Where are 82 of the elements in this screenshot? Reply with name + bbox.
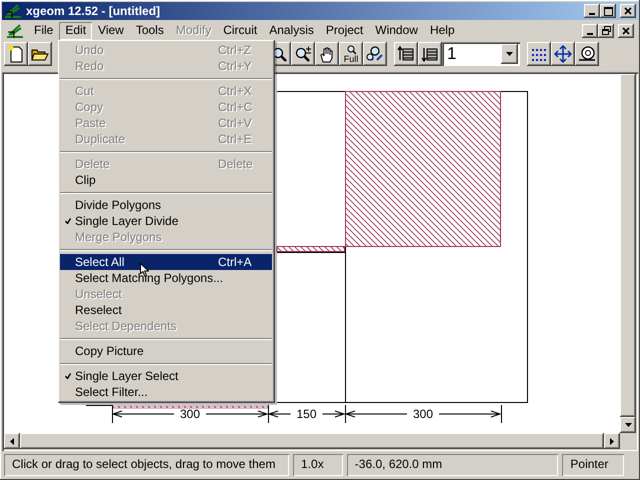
close-button[interactable]: [618, 24, 634, 38]
menu-item[interactable]: Select Matching Polygons...: [60, 270, 272, 286]
app-icon: [6, 22, 24, 38]
menu-item[interactable]: Clip: [60, 172, 272, 188]
measure-button[interactable]: [575, 42, 599, 66]
menu-bar-item[interactable]: Edit: [59, 22, 92, 40]
menu-item[interactable]: Single Layer Select: [60, 368, 272, 384]
menu-bar-item[interactable]: Analysis: [263, 22, 320, 40]
zoom-area-button[interactable]: [363, 42, 387, 66]
new-file-icon: [8, 45, 24, 63]
menu-bar-item[interactable]: Project: [320, 22, 370, 40]
scroll-down-button[interactable]: [620, 417, 636, 433]
layer-up-button[interactable]: [394, 42, 418, 66]
minimize-icon: [587, 32, 593, 34]
outline-drawing: [86, 405, 112, 406]
close-button[interactable]: [620, 4, 636, 18]
menu-item[interactable]: Select Filter...: [60, 384, 272, 400]
menu-bar-item[interactable]: Circuit: [217, 22, 264, 40]
status-message: Click or drag to select objects, drag to move them: [4, 454, 290, 476]
menu-item[interactable]: Select All Ctrl+A: [60, 254, 272, 270]
layers-down-icon: [421, 46, 439, 62]
minimize-button[interactable]: [582, 24, 598, 38]
dropdown-button[interactable]: [501, 44, 518, 64]
window-title: xgeom 12.52 - [untitled]: [26, 4, 160, 18]
caret-icon: [506, 52, 513, 56]
maximize-button[interactable]: [600, 4, 616, 18]
close-icon: [624, 7, 632, 15]
new-file-button[interactable]: [4, 42, 28, 66]
zoom-level: 1.0x: [293, 454, 343, 476]
pan-button[interactable]: [315, 42, 339, 66]
menu-bar-item[interactable]: View: [92, 22, 130, 40]
minimize-icon: [589, 13, 595, 15]
shortcut-label: Ctrl+V: [218, 116, 253, 130]
menu-bar-item[interactable]: Help: [424, 22, 461, 40]
shortcut-label: Ctrl+X: [218, 84, 253, 98]
minimize-button[interactable]: [584, 4, 600, 18]
magnifier-arrows-icon: [366, 45, 384, 63]
menu-bar-item[interactable]: Window: [369, 22, 424, 40]
hand-icon: [319, 46, 335, 62]
menu-item[interactable]: Single Layer Divide: [60, 213, 272, 229]
move-button[interactable]: [551, 42, 575, 66]
close-icon: [622, 26, 630, 34]
dimension-label: 150: [296, 407, 317, 421]
menu-item[interactable]: Divide Polygons: [60, 197, 272, 213]
shortcut-label: Ctrl+Z: [218, 42, 252, 58]
grid-button[interactable]: [527, 42, 551, 66]
open-folder-button[interactable]: [28, 42, 52, 66]
scrollbar-thumb[interactable]: [620, 74, 636, 417]
shortcut-label: Ctrl+Y: [218, 58, 253, 74]
layers-up-icon: [397, 46, 415, 62]
open-folder-icon: [31, 46, 49, 62]
restore-button[interactable]: [598, 24, 614, 38]
dot-grid-icon: [531, 47, 547, 61]
shortcut-label: Ctrl+E: [218, 132, 253, 146]
menu-item[interactable]: Copy Picture: [60, 343, 272, 359]
zoom-in-icon: [294, 46, 312, 62]
four-arrows-icon: [554, 45, 572, 63]
layer-combo[interactable]: 1: [442, 42, 520, 66]
scroll-left-button[interactable]: [4, 433, 20, 449]
scrollbar-thumb[interactable]: [20, 433, 604, 449]
dimension-label: 300: [180, 407, 200, 421]
shortcut-label: Ctrl+C: [218, 100, 254, 114]
caret-left-icon: [10, 438, 14, 444]
menu-bar-item[interactable]: File: [28, 22, 60, 40]
tape-measure-icon: [578, 46, 596, 62]
restore-icon: [602, 26, 610, 35]
dimension-label: 300: [412, 407, 434, 421]
app-icon: [4, 3, 22, 19]
tool-mode: Pointer: [562, 454, 624, 476]
shortcut-label: Ctrl+A: [218, 254, 253, 270]
scroll-right-button[interactable]: [604, 433, 620, 449]
magnifier-icon: [346, 44, 356, 54]
shortcut-label: Delete: [218, 156, 254, 172]
zoom-full-button[interactable]: Full: [339, 42, 363, 66]
caret-right-icon: [610, 438, 614, 444]
caret-down-icon: [624, 423, 632, 427]
zoom-in-button[interactable]: [291, 42, 315, 66]
menu-bar-item[interactable]: Tools: [130, 22, 170, 40]
menu-item[interactable]: Reselect: [60, 302, 272, 318]
layer-down-button[interactable]: [418, 42, 442, 66]
maximize-icon: [604, 6, 612, 16]
cursor-coordinates: -36.0, 620.0 mm: [346, 454, 558, 476]
